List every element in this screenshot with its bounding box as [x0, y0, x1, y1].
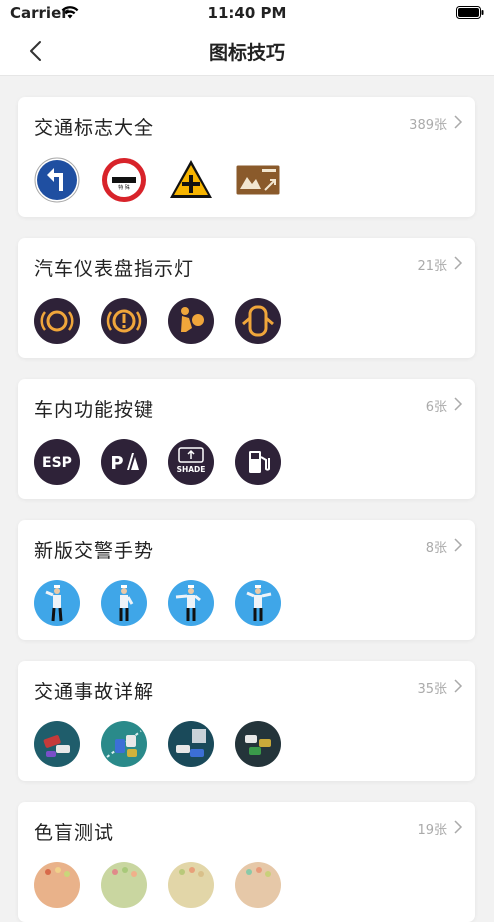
esp-button-icon: ESP — [34, 439, 80, 485]
traffic-police-stop-icon — [34, 580, 80, 626]
card-title: 新版交警手势 — [34, 540, 155, 562]
card-title: 交通事故详解 — [34, 681, 155, 703]
card-title: 汽车仪表盘指示灯 — [34, 258, 195, 280]
card-traffic-signs[interactable]: 交通标志大全 389张 特 殊 — [18, 97, 475, 217]
battery-icon — [456, 6, 484, 19]
accident-scene-1-icon — [34, 721, 80, 767]
parking-sensor-button-icon: P — [101, 439, 147, 485]
traffic-police-straight-icon — [101, 580, 147, 626]
tourist-direction-sign-icon — [235, 157, 281, 203]
chevron-right-icon — [454, 256, 463, 270]
brake-pad-warning-icon — [34, 298, 80, 344]
card-count: 8张 — [425, 541, 447, 556]
card-count: 21张 — [417, 259, 447, 274]
accident-scene-4-icon — [235, 721, 281, 767]
card-count: 389张 — [409, 118, 447, 133]
door-open-warning-icon — [235, 298, 281, 344]
color-plate-4-icon — [235, 862, 281, 908]
color-plate-1-icon — [34, 862, 80, 908]
status-time: 11:40 PM — [207, 4, 287, 22]
status-bar: Carrier 11:40 PM — [0, 0, 494, 26]
color-plate-2-icon — [101, 862, 147, 908]
card-count: 19张 — [417, 823, 447, 838]
card-car-buttons[interactable]: 车内功能按键 6张 ESP P SHADE — [18, 379, 475, 499]
card-count: 6张 — [425, 400, 447, 415]
sunshade-button-icon: SHADE — [168, 439, 214, 485]
esp-label: ESP — [42, 455, 72, 471]
accident-scene-2-icon — [101, 721, 147, 767]
navigation-bar: 图标技巧 — [0, 26, 494, 76]
card-dashboard-lights[interactable]: 汽车仪表盘指示灯 21张 — [18, 238, 475, 358]
airbag-warning-icon — [168, 298, 214, 344]
no-entry-sign-icon: 特 殊 — [101, 157, 147, 203]
chevron-right-icon — [454, 538, 463, 552]
card-accident-cases[interactable]: 交通事故详解 35张 — [18, 661, 475, 781]
left-turn-sign-icon — [34, 157, 80, 203]
shade-label: SHADE — [177, 465, 206, 474]
chevron-right-icon — [454, 115, 463, 129]
card-title: 交通标志大全 — [34, 117, 155, 139]
chevron-right-icon — [454, 820, 463, 834]
warning-crossroad-sign-icon — [168, 157, 214, 203]
card-count: 35张 — [417, 682, 447, 697]
accident-scene-3-icon — [168, 721, 214, 767]
traffic-police-left-turn-icon — [168, 580, 214, 626]
svg-text:特 殊: 特 殊 — [118, 184, 130, 191]
color-plate-3-icon — [168, 862, 214, 908]
card-title: 车内功能按键 — [34, 399, 155, 421]
traffic-police-right-turn-icon — [235, 580, 281, 626]
card-police-gestures[interactable]: 新版交警手势 8张 — [18, 520, 475, 640]
chevron-right-icon — [454, 397, 463, 411]
brake-warning-icon — [101, 298, 147, 344]
fuel-icon — [235, 439, 281, 485]
card-color-blind-test[interactable]: 色盲测试 19张 — [18, 802, 475, 922]
card-title: 色盲测试 — [34, 822, 115, 844]
chevron-right-icon — [454, 679, 463, 693]
page-title: 图标技巧 — [208, 42, 285, 64]
park-label: P — [110, 453, 123, 474]
